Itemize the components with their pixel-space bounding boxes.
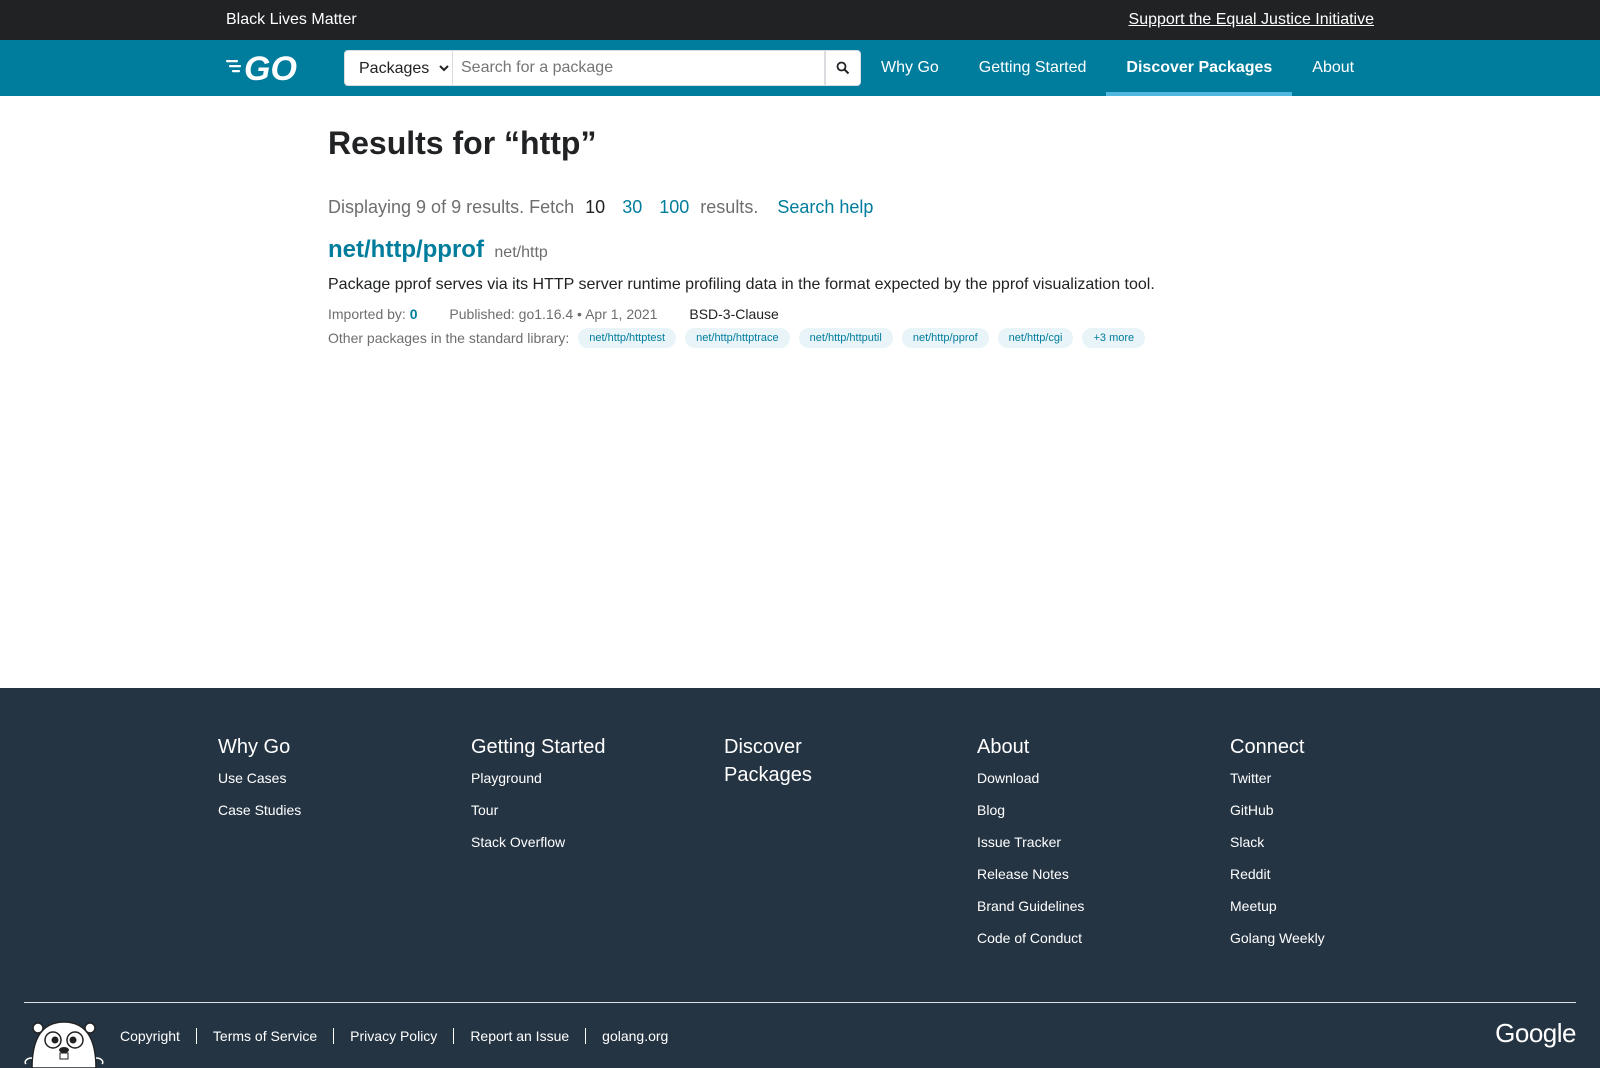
site-header: GO Packages Why Go Getting Started Disco… xyxy=(0,40,1600,96)
footer-column-title: Getting Started xyxy=(471,736,606,758)
nav-discover-packages[interactable]: Discover Packages xyxy=(1106,40,1293,96)
footer-link[interactable]: Brand Guidelines xyxy=(977,898,1084,914)
other-packages: Other packages in the standard library: … xyxy=(328,328,1146,348)
result-synopsis: Package pprof serves via its HTTP server… xyxy=(328,276,1155,293)
fetch-count-100[interactable]: 100 xyxy=(659,197,689,217)
result-header: net/http/pprof net/http xyxy=(328,236,548,264)
blm-banner: Black Lives Matter Support the Equal Jus… xyxy=(0,0,1600,40)
summary-suffix: results. xyxy=(700,197,759,217)
footer-column-about: About Download Blog Issue Tracker Releas… xyxy=(977,733,1197,962)
footer-link[interactable]: Meetup xyxy=(1230,898,1277,914)
golang-org-link[interactable]: golang.org xyxy=(585,1028,684,1044)
nav-about[interactable]: About xyxy=(1292,40,1374,96)
footer-link[interactable]: Slack xyxy=(1230,834,1264,850)
package-chip[interactable]: net/http/httptrace xyxy=(685,328,790,348)
footer-column-title: Why Go xyxy=(218,736,291,758)
nav-getting-started[interactable]: Getting Started xyxy=(959,40,1107,96)
imported-by-count[interactable]: 0 xyxy=(410,306,418,322)
nav-why-go[interactable]: Why Go xyxy=(861,40,959,96)
package-chip[interactable]: net/http/pprof xyxy=(901,328,989,348)
footer-link[interactable]: Twitter xyxy=(1230,770,1271,786)
result-package-link[interactable]: net/http/pprof xyxy=(328,236,484,263)
footer-link[interactable]: Code of Conduct xyxy=(977,930,1082,946)
footer-link[interactable]: Stack Overflow xyxy=(471,834,565,850)
footer-link[interactable]: Reddit xyxy=(1230,866,1270,882)
fetch-count-30[interactable]: 30 xyxy=(622,197,642,217)
result-package-path: net/http xyxy=(494,244,548,261)
footer-link[interactable]: Case Studies xyxy=(218,802,301,818)
footer-bottom-links: Copyright Terms of Service Privacy Polic… xyxy=(120,1028,684,1044)
copyright-link[interactable]: Copyright xyxy=(120,1028,196,1044)
summary-prefix: Displaying 9 of 9 results. Fetch xyxy=(328,197,575,217)
go-logo-icon: GO xyxy=(226,50,297,88)
results-summary: Displaying 9 of 9 results. Fetch 10 30 1… xyxy=(328,197,879,218)
license-link[interactable]: BSD-3-Clause xyxy=(689,306,778,322)
go-logo[interactable]: GO xyxy=(226,50,310,88)
search-input[interactable] xyxy=(453,50,825,86)
site-footer: Why Go Use Cases Case Studies Getting St… xyxy=(0,688,1600,1068)
footer-column-why-go: Why Go Use Cases Case Studies xyxy=(218,733,438,834)
blm-text: Black Lives Matter xyxy=(226,11,357,28)
footer-column-connect: Connect Twitter GitHub Slack Reddit Meet… xyxy=(1230,733,1450,962)
fetch-count-current: 10 xyxy=(585,197,606,217)
footer-link[interactable]: Release Notes xyxy=(977,866,1069,882)
package-chip[interactable]: net/http/cgi xyxy=(997,328,1074,348)
footer-link[interactable]: Use Cases xyxy=(218,770,286,786)
footer-column-discover: Discover Packages xyxy=(724,733,834,798)
report-issue-link[interactable]: Report an Issue xyxy=(453,1028,585,1044)
footer-link[interactable]: GitHub xyxy=(1230,802,1274,818)
package-chip[interactable]: net/http/httptest xyxy=(578,328,677,348)
imported-by-label: Imported by: xyxy=(328,306,406,322)
search-button[interactable] xyxy=(825,50,861,86)
footer-link[interactable]: Tour xyxy=(471,802,498,818)
terms-of-service-link[interactable]: Terms of Service xyxy=(195,1028,333,1044)
footer-column-title: Discover Packages xyxy=(724,736,812,786)
page-title: Results for “http” xyxy=(328,125,597,161)
privacy-policy-link[interactable]: Privacy Policy xyxy=(333,1028,453,1044)
search-icon xyxy=(836,61,850,75)
footer-column-title: Connect xyxy=(1230,736,1305,758)
more-packages-chip[interactable]: +3 more xyxy=(1082,328,1146,348)
package-chip[interactable]: net/http/httputil xyxy=(798,328,893,348)
go-logo-text: GO xyxy=(244,51,297,85)
footer-link[interactable]: Issue Tracker xyxy=(977,834,1061,850)
gopher-mascot-icon xyxy=(24,1014,104,1068)
footer-link[interactable]: Download xyxy=(977,770,1039,786)
footer-column-title: About xyxy=(977,736,1030,758)
footer-link[interactable]: Blog xyxy=(977,802,1005,818)
published-info: Published: go1.16.4 • Apr 1, 2021 xyxy=(449,306,658,322)
footer-column-getting-started: Getting Started Playground Tour Stack Ov… xyxy=(471,733,691,866)
search-help-link[interactable]: Search help xyxy=(777,197,873,217)
main-nav: Why Go Getting Started Discover Packages… xyxy=(861,40,1374,96)
search-scope-select[interactable]: Packages xyxy=(344,50,453,86)
google-logo[interactable]: Google xyxy=(1495,1018,1576,1049)
eji-link[interactable]: Support the Equal Justice Initiative xyxy=(1129,11,1374,29)
search-bar: Packages xyxy=(344,50,861,86)
footer-link[interactable]: Golang Weekly xyxy=(1230,930,1325,946)
footer-link[interactable]: Playground xyxy=(471,770,542,786)
footer-divider xyxy=(24,1002,1576,1003)
result-meta: Imported by: 0 Published: go1.16.4 • Apr… xyxy=(328,306,779,322)
other-packages-label: Other packages in the standard library: xyxy=(328,330,570,346)
